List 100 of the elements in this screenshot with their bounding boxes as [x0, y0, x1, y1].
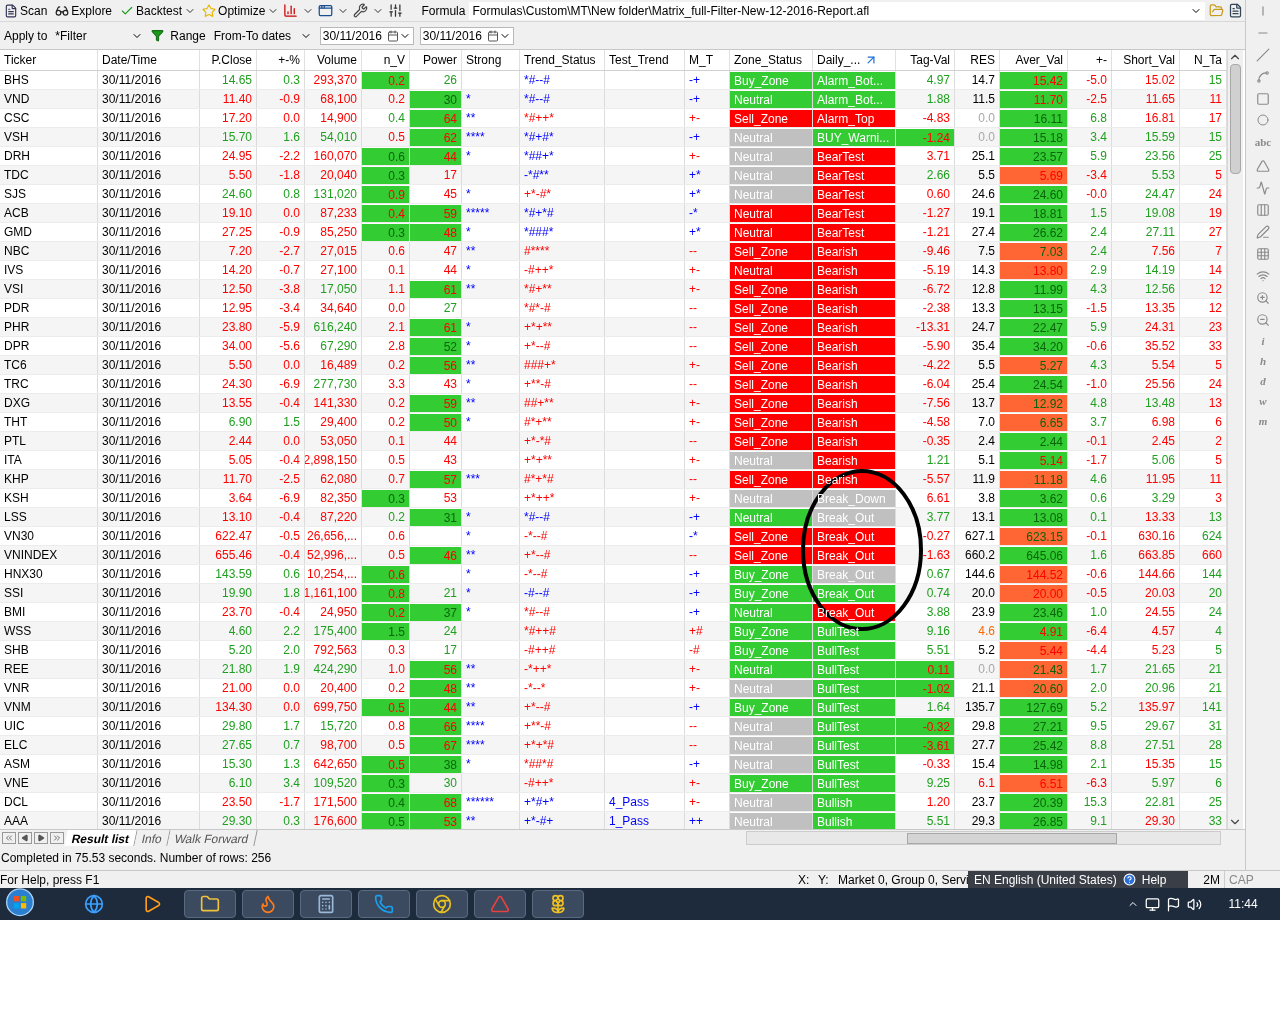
- taskbar-button[interactable]: [416, 890, 468, 918]
- ellipse-icon[interactable]: [1256, 114, 1270, 126]
- column-header[interactable]: Ticker: [0, 50, 98, 70]
- table-cell: 0.5: [362, 451, 410, 469]
- taskbar-button[interactable]: [242, 890, 294, 918]
- table-cell: 1.3: [257, 755, 305, 773]
- column-header[interactable]: RES: [955, 50, 1000, 70]
- column-header[interactable]: P.Close: [200, 50, 257, 70]
- taskbar-button[interactable]: [184, 890, 236, 918]
- table-cell: Neutral: [730, 223, 813, 241]
- table-cell: 12.92: [1000, 394, 1068, 412]
- toolbar-button[interactable]: Optimize: [200, 1, 268, 20]
- filter-icon[interactable]: [151, 29, 165, 42]
- toolbar-button[interactable]: Explore: [53, 1, 115, 20]
- table-cell: 15.70: [200, 128, 257, 146]
- table-cell: 141,330: [305, 394, 362, 412]
- chart-icon[interactable]: [283, 3, 299, 18]
- help-button[interactable]: Help: [1141, 870, 1167, 889]
- column-header[interactable]: M_T: [685, 50, 730, 70]
- table-cell: -4.58: [896, 413, 955, 431]
- apply-to-dropdown[interactable]: *Filter: [53, 26, 146, 45]
- table-cell: -2.5: [257, 470, 305, 488]
- zoom-out-icon[interactable]: [1256, 312, 1270, 327]
- column-header[interactable]: Daily_...: [813, 50, 896, 70]
- sliders-icon[interactable]: [388, 3, 404, 18]
- table-cell: ****: [462, 717, 520, 735]
- scroll-thumb[interactable]: [906, 832, 1117, 844]
- column-header[interactable]: Date/Time: [98, 50, 200, 70]
- table-cell: Bearish: [813, 432, 896, 450]
- scroll-thumb[interactable]: [1230, 64, 1241, 174]
- window-icon[interactable]: [318, 3, 334, 18]
- tab[interactable]: Walk Forward: [167, 830, 258, 846]
- taskbar-button[interactable]: [532, 890, 584, 918]
- chrome-icon: [432, 894, 452, 914]
- table-cell: **: [462, 698, 520, 716]
- zoom-in-icon[interactable]: [1256, 290, 1270, 305]
- table-cell: 68: [410, 793, 462, 811]
- table-cell: 64: [410, 109, 462, 127]
- language-indicator[interactable]: EN English (United States): [974, 870, 1117, 889]
- table-cell: *#--#: [520, 90, 605, 108]
- pen-icon[interactable]: [1256, 224, 1270, 239]
- table-cell: 127.69: [1000, 698, 1068, 716]
- vertical-scrollbar[interactable]: [1227, 50, 1243, 829]
- table-cell: Bearish: [813, 242, 896, 260]
- date-field[interactable]: 30/11/2016: [419, 26, 514, 45]
- column-header[interactable]: Test_Trend: [605, 50, 685, 70]
- toolbar-button[interactable]: Scan: [2, 1, 50, 20]
- column-header[interactable]: Short_Val: [1112, 50, 1180, 70]
- column-header[interactable]: +-: [1068, 50, 1112, 70]
- table-cell: Neutral: [730, 185, 813, 203]
- column-header[interactable]: Zone_Status: [730, 50, 813, 70]
- next-page-icon[interactable]: [34, 832, 48, 844]
- column-header[interactable]: Aver_Val: [1000, 50, 1068, 70]
- table-cell: 663.85: [1112, 546, 1180, 564]
- table-cell: 0.8: [362, 584, 410, 602]
- table-cell: 59: [410, 204, 462, 222]
- help-icon: [1122, 873, 1136, 886]
- formula-path-field[interactable]: Formulas\Custom\MT\New folder\Matrix_full-Filter-New-12-2016-Report.afl: [469, 1, 1205, 20]
- wrench-icon[interactable]: [353, 3, 369, 18]
- column-header[interactable]: +-%: [257, 50, 305, 70]
- table-cell: -1.5: [1068, 299, 1112, 317]
- table-cell: Bearish: [813, 318, 896, 336]
- date-cell: 30/11/2016: [98, 337, 200, 355]
- tab[interactable]: Result list: [64, 830, 139, 846]
- column-header[interactable]: n_V: [362, 50, 410, 70]
- table-cell: -0.9: [257, 223, 305, 241]
- ticker-cell: BHS: [0, 71, 98, 89]
- report-icon[interactable]: [1228, 3, 1243, 18]
- status-help-text: For Help, press F1: [0, 871, 101, 889]
- column-header[interactable]: Trend_Status: [520, 50, 605, 70]
- date-field[interactable]: 30/11/2016: [319, 26, 414, 45]
- column-header[interactable]: Volume: [305, 50, 362, 70]
- column-header[interactable]: Power: [410, 50, 462, 70]
- taskbar-button[interactable]: [358, 890, 410, 918]
- table-cell: +*+**: [520, 318, 605, 336]
- table-cell: 21.00: [200, 679, 257, 697]
- volume-icon[interactable]: [1187, 896, 1202, 912]
- column-header[interactable]: Tag-Val: [896, 50, 955, 70]
- table-cell: Neutral: [730, 660, 813, 678]
- rectangle-icon[interactable]: [1256, 92, 1270, 106]
- tab[interactable]: Info: [134, 830, 172, 846]
- horizontal-scrollbar[interactable]: [745, 831, 1221, 845]
- table-cell: 2.45: [1112, 432, 1180, 450]
- table-cell: *#--#: [520, 508, 605, 526]
- range-dropdown[interactable]: From-To dates: [211, 26, 314, 45]
- trendline-icon[interactable]: [1256, 48, 1270, 62]
- prev-page-icon[interactable]: [18, 832, 32, 844]
- table-cell: 134.30: [200, 698, 257, 716]
- clock[interactable]: 11:44: [1208, 895, 1278, 913]
- column-header[interactable]: Strong: [462, 50, 520, 70]
- taskbar-button[interactable]: [300, 890, 352, 918]
- toolbar-button[interactable]: Backtest: [118, 1, 185, 20]
- table-cell: 0.6: [257, 565, 305, 583]
- date-cell: 30/11/2016: [98, 679, 200, 697]
- zigzag-icon[interactable]: [1256, 180, 1270, 195]
- date-cell: 30/11/2016: [98, 470, 200, 488]
- grid-icon[interactable]: [1256, 246, 1270, 261]
- triangle-icon[interactable]: [1256, 158, 1270, 173]
- flag-icon[interactable]: [1166, 896, 1181, 912]
- table-cell: 0.8: [257, 185, 305, 203]
